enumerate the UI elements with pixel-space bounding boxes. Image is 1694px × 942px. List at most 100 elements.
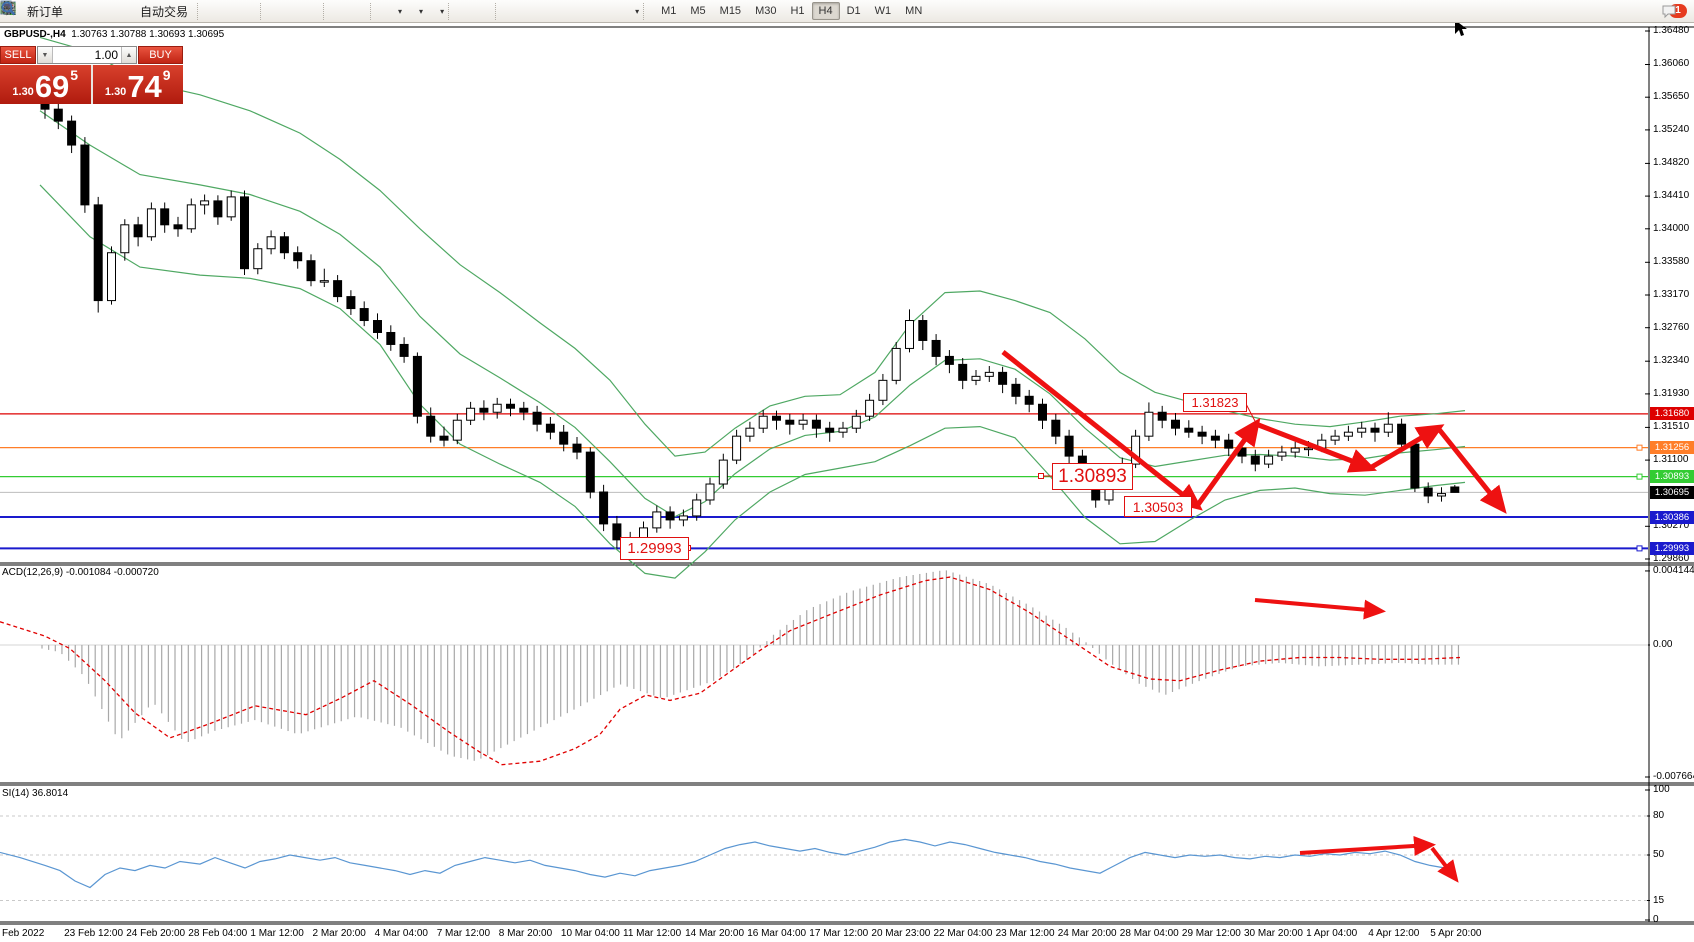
navigator-icon[interactable] xyxy=(100,3,116,19)
equidistant-channel-icon[interactable]: E xyxy=(554,3,570,19)
buy-price[interactable]: 1.30 74 9 xyxy=(93,65,184,104)
chart-overlay xyxy=(0,0,1694,942)
volume-input[interactable] xyxy=(53,47,121,63)
bar-chart-icon[interactable] xyxy=(208,3,224,19)
price-axis-label: 1.33170 xyxy=(1653,289,1689,300)
date-axis-label: 14 Mar 20:00 xyxy=(685,928,744,939)
arrows-tool-icon[interactable] xyxy=(618,3,634,19)
autotrading-icon xyxy=(121,3,137,19)
date-axis-label: 22 Mar 04:00 xyxy=(934,928,993,939)
buy-price-pip: 9 xyxy=(163,67,171,83)
buy-button[interactable]: BUY xyxy=(138,46,183,64)
sell-price-pip: 5 xyxy=(70,67,78,83)
macd-indicator-label: ACD(12,26,9) -0.001084 -0.000720 xyxy=(2,567,159,578)
chat-icon[interactable]: 1 xyxy=(1661,3,1691,19)
vertical-line-icon[interactable] xyxy=(506,3,522,19)
toolbar-separator xyxy=(197,3,205,20)
timeframe-m5[interactable]: M5 xyxy=(683,2,712,20)
macd-axis-label: 0.00 xyxy=(1653,639,1672,650)
zoom-out-icon[interactable] xyxy=(287,3,303,19)
auto-scroll-icon[interactable] xyxy=(334,3,350,19)
timeframe-m15[interactable]: M15 xyxy=(713,2,748,20)
text-icon[interactable]: A xyxy=(586,3,602,19)
price-annotation-label[interactable]: 1.31823 xyxy=(1183,393,1247,412)
buy-price-main: 74 xyxy=(127,72,161,102)
date-axis-label: 20 Mar 23:00 xyxy=(871,928,930,939)
fibonacci-icon[interactable]: F xyxy=(570,3,586,19)
date-axis-label: Feb 2022 xyxy=(2,928,44,939)
price-axis-label: 1.34000 xyxy=(1653,223,1689,234)
main-toolbar: 新订单 自动交易 xyxy=(0,0,1694,23)
one-click-trading-panel: SELL ▼ ▲ BUY 1.30 69 5 1.30 74 9 xyxy=(0,46,183,104)
chart-shift-icon[interactable] xyxy=(350,3,366,19)
price-badge: 1.31256 xyxy=(1650,441,1694,454)
price-axis-label: 1.34410 xyxy=(1653,190,1689,201)
autotrading-button[interactable]: 自动交易 xyxy=(116,1,193,22)
application-window: 新订单 自动交易 xyxy=(0,0,1694,942)
volume-decrease-button[interactable]: ▼ xyxy=(38,47,53,63)
date-axis-label: 1 Apr 04:00 xyxy=(1306,928,1357,939)
market-watch-icon[interactable] xyxy=(68,3,84,19)
data-window-icon[interactable] xyxy=(84,3,100,19)
timeframe-d1[interactable]: D1 xyxy=(840,2,868,20)
horizontal-line-icon[interactable] xyxy=(522,3,538,19)
candlesticks xyxy=(41,95,1459,551)
price-annotation-label[interactable]: 1.30893 xyxy=(1052,463,1133,490)
add-indicator-icon[interactable] xyxy=(381,3,397,19)
candlestick-chart-icon[interactable] xyxy=(224,3,240,19)
timeframe-mn[interactable]: MN xyxy=(898,2,929,20)
date-axis-label: 5 Apr 20:00 xyxy=(1430,928,1481,939)
date-axis-label: 4 Mar 04:00 xyxy=(375,928,428,939)
sell-price[interactable]: 1.30 69 5 xyxy=(0,65,91,104)
date-axis-label: 7 Mar 12:00 xyxy=(437,928,490,939)
price-axis-label: 1.35240 xyxy=(1653,124,1689,135)
trendline-icon[interactable] xyxy=(538,3,554,19)
date-axis-label: 30 Mar 20:00 xyxy=(1244,928,1303,939)
timeframe-bar: M1M5M15M30H1H4D1W1MN xyxy=(654,2,929,20)
date-axis-label: 28 Mar 04:00 xyxy=(1120,928,1179,939)
horizontal-level-lines[interactable] xyxy=(0,414,1648,551)
date-axis-label: 2 Mar 20:00 xyxy=(313,928,366,939)
line-chart-icon[interactable] xyxy=(240,3,256,19)
macd-axis-label: -0.007664 xyxy=(1653,771,1694,782)
volume-increase-button[interactable]: ▲ xyxy=(121,47,136,63)
sell-button[interactable]: SELL xyxy=(0,46,36,64)
cursor-icon[interactable] xyxy=(459,3,475,19)
macd-axis-label: 0.004144 xyxy=(1653,565,1694,576)
rsi-indicator-label: SI(14) 36.8014 xyxy=(2,788,68,799)
toolbar-separator xyxy=(448,3,456,20)
rsi-plot xyxy=(0,816,1648,901)
trend-annotations[interactable] xyxy=(686,352,1503,878)
crosshair-icon[interactable] xyxy=(475,3,491,19)
price-badge: 1.30386 xyxy=(1650,511,1694,524)
panel-borders xyxy=(0,27,1694,924)
arrows-tool-dropdown[interactable]: ▾ xyxy=(635,7,639,16)
new-order-label: 新订单 xyxy=(27,3,63,20)
price-axis-label: 1.31930 xyxy=(1653,388,1689,399)
zoom-in-icon[interactable] xyxy=(271,3,287,19)
date-axis-label: 23 Mar 12:00 xyxy=(996,928,1055,939)
timeframe-m1[interactable]: M1 xyxy=(654,2,683,20)
toolbar-separator xyxy=(370,3,378,20)
period-icon[interactable] xyxy=(402,3,418,19)
sell-price-base: 1.30 xyxy=(12,86,33,98)
price-axis-label: 1.35650 xyxy=(1653,91,1689,102)
price-badge: 1.30893 xyxy=(1650,470,1694,483)
template-dropdown[interactable]: ▾ xyxy=(440,7,444,16)
timeframe-h4[interactable]: H4 xyxy=(812,2,840,20)
date-axis-label: 10 Mar 04:00 xyxy=(561,928,620,939)
template-icon[interactable] xyxy=(423,3,439,19)
search-icon[interactable] xyxy=(1645,3,1661,19)
date-axis-label: 24 Feb 20:00 xyxy=(126,928,185,939)
price-annotation-label[interactable]: 1.29993 xyxy=(620,537,689,560)
price-axis-label: 1.36060 xyxy=(1653,58,1689,69)
price-annotation-label[interactable]: 1.30503 xyxy=(1124,496,1192,517)
price-badge: 1.30695 xyxy=(1650,486,1694,499)
timeframe-h1[interactable]: H1 xyxy=(783,2,811,20)
tile-windows-icon[interactable] xyxy=(303,3,319,19)
volume-stepper: ▼ ▲ xyxy=(37,46,137,64)
rsi-axis-label: 15 xyxy=(1653,895,1664,906)
timeframe-w1[interactable]: W1 xyxy=(868,2,899,20)
text-label-icon[interactable]: T xyxy=(602,3,618,19)
timeframe-m30[interactable]: M30 xyxy=(748,2,783,20)
